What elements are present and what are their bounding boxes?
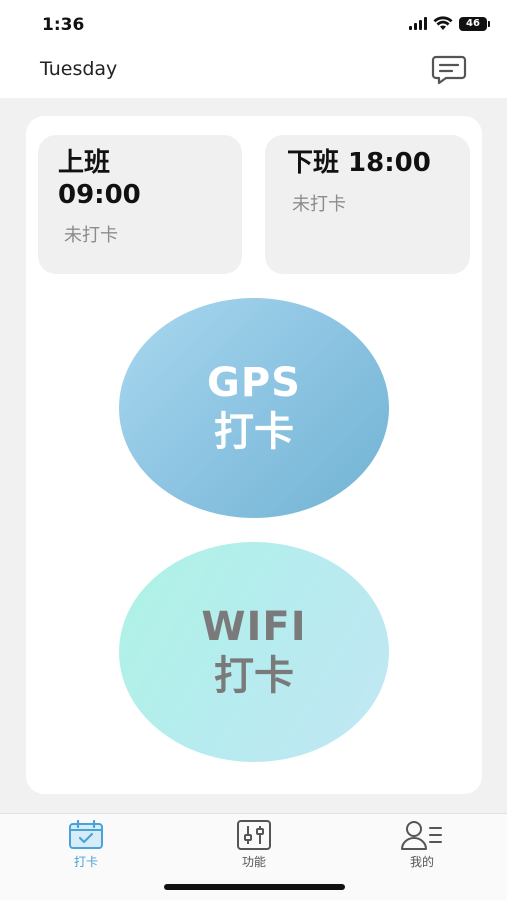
user-list-icon bbox=[401, 821, 442, 850]
battery-icon: 46 bbox=[459, 16, 490, 31]
tab-functions[interactable]: 功能 bbox=[214, 820, 294, 880]
on-duty-card: 上班 09:00 未打卡 bbox=[38, 135, 242, 274]
sliders-icon bbox=[237, 820, 271, 850]
tab-clock-in[interactable]: 打卡 bbox=[46, 820, 126, 880]
tab-mine-label: 我的 bbox=[409, 855, 434, 869]
screen: 1:36 46 Tuesday 上班 09:00 未打卡 下班 18:00 未打… bbox=[0, 0, 507, 900]
tab-mine[interactable]: 我的 bbox=[382, 820, 462, 880]
gps-button-line2: 打卡 bbox=[214, 409, 294, 455]
wifi-button-line1: WIFI bbox=[201, 604, 307, 650]
wifi-clock-in-button[interactable]: WIFI 打卡 bbox=[119, 542, 389, 762]
wifi-icon bbox=[433, 16, 453, 30]
on-duty-time: 09:00 bbox=[58, 180, 141, 210]
tab-functions-label: 功能 bbox=[241, 855, 266, 869]
message-button[interactable] bbox=[430, 54, 468, 86]
on-duty-title: 上班 09:00 bbox=[58, 147, 141, 211]
home-indicator[interactable] bbox=[164, 884, 345, 890]
status-time: 1:36 bbox=[42, 15, 85, 35]
calendar-check-icon bbox=[69, 820, 103, 849]
off-duty-card: 下班 18:00 未打卡 bbox=[265, 135, 470, 274]
on-duty-status: 未打卡 bbox=[64, 225, 118, 246]
gps-button-line1: GPS bbox=[207, 360, 301, 406]
signal-icon bbox=[409, 17, 427, 30]
header: Tuesday bbox=[0, 50, 507, 98]
off-duty-title: 下班 18:00 bbox=[287, 148, 431, 178]
on-duty-label: 上班 bbox=[58, 148, 111, 178]
message-icon bbox=[431, 55, 467, 85]
off-duty-status: 未打卡 bbox=[292, 194, 346, 215]
gps-clock-in-button[interactable]: GPS 打卡 bbox=[119, 298, 389, 518]
status-bar: 1:36 46 bbox=[0, 0, 507, 50]
wifi-button-line2: 打卡 bbox=[214, 653, 294, 699]
tab-clock-in-label: 打卡 bbox=[73, 855, 98, 869]
status-icons: 46 bbox=[409, 16, 490, 31]
day-label: Tuesday bbox=[40, 58, 118, 80]
